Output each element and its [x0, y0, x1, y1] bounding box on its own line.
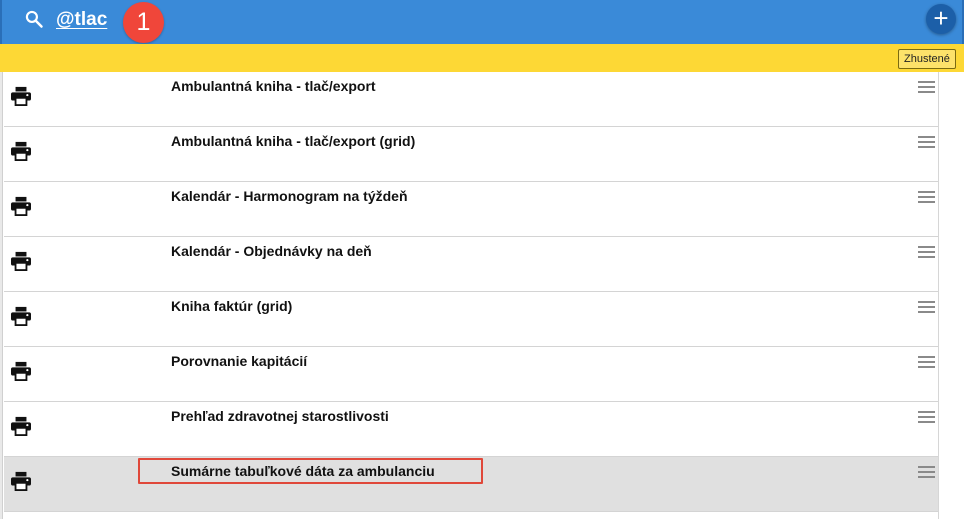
list-item[interactable]: Kalendár - Objednávky na deň: [4, 237, 938, 292]
printer-icon: [11, 196, 31, 216]
drag-handle-icon[interactable]: [918, 466, 935, 478]
list-item[interactable]: Kniha faktúr (grid): [4, 292, 938, 347]
printer-icon: [11, 361, 31, 381]
list-item-label: Kalendár - Harmonogram na týždeň: [171, 188, 408, 204]
drag-handle-icon[interactable]: [918, 136, 935, 148]
print-report-list: Ambulantná kniha - tlač/export Ambulantn…: [4, 72, 939, 519]
compact-view-button[interactable]: Zhustené: [898, 49, 956, 69]
filter-bar: [0, 44, 964, 72]
drag-handle-icon[interactable]: [918, 81, 935, 93]
drag-handle-icon[interactable]: [918, 301, 935, 313]
list-item-label: Porovnanie kapitácií: [171, 353, 308, 369]
list-item[interactable]: Prehľad zdravotnej starostlivosti: [4, 402, 938, 457]
printer-icon: [11, 306, 31, 326]
list-item[interactable]: Ambulantná kniha - tlač/export: [4, 72, 938, 127]
header-bar: @tlac 1 +: [0, 0, 964, 44]
step-badge: 1: [123, 2, 164, 43]
drag-handle-icon[interactable]: [918, 191, 935, 203]
search-query[interactable]: @tlac: [56, 9, 107, 31]
list-item-label: Kalendár - Objednávky na deň: [171, 243, 372, 259]
printer-icon: [11, 141, 31, 161]
add-button[interactable]: +: [926, 4, 956, 34]
list-item-label: Kniha faktúr (grid): [171, 298, 293, 314]
left-edge: [0, 72, 3, 519]
drag-handle-icon[interactable]: [918, 411, 935, 423]
list-item[interactable]: Ambulantná kniha - tlač/export (grid): [4, 127, 938, 182]
drag-handle-icon[interactable]: [918, 246, 935, 258]
printer-icon: [11, 86, 31, 106]
list-item-label: Sumárne tabuľkové dáta za ambulanciu: [171, 463, 435, 479]
list-item-label: Ambulantná kniha - tlač/export (grid): [171, 133, 416, 149]
list-item[interactable]: Porovnanie kapitácií: [4, 347, 938, 402]
drag-handle-icon[interactable]: [918, 356, 935, 368]
list-item-label: Ambulantná kniha - tlač/export: [171, 78, 376, 94]
printer-icon: [11, 251, 31, 271]
list-item-selected[interactable]: Sumárne tabuľkové dáta za ambulanciu: [4, 457, 938, 512]
printer-icon: [11, 416, 31, 436]
search-icon[interactable]: [24, 9, 44, 29]
printer-icon: [11, 471, 31, 491]
scrollbar-track[interactable]: [940, 72, 964, 519]
list-item[interactable]: Kalendár - Harmonogram na týždeň: [4, 182, 938, 237]
list-item-label: Prehľad zdravotnej starostlivosti: [171, 408, 389, 424]
